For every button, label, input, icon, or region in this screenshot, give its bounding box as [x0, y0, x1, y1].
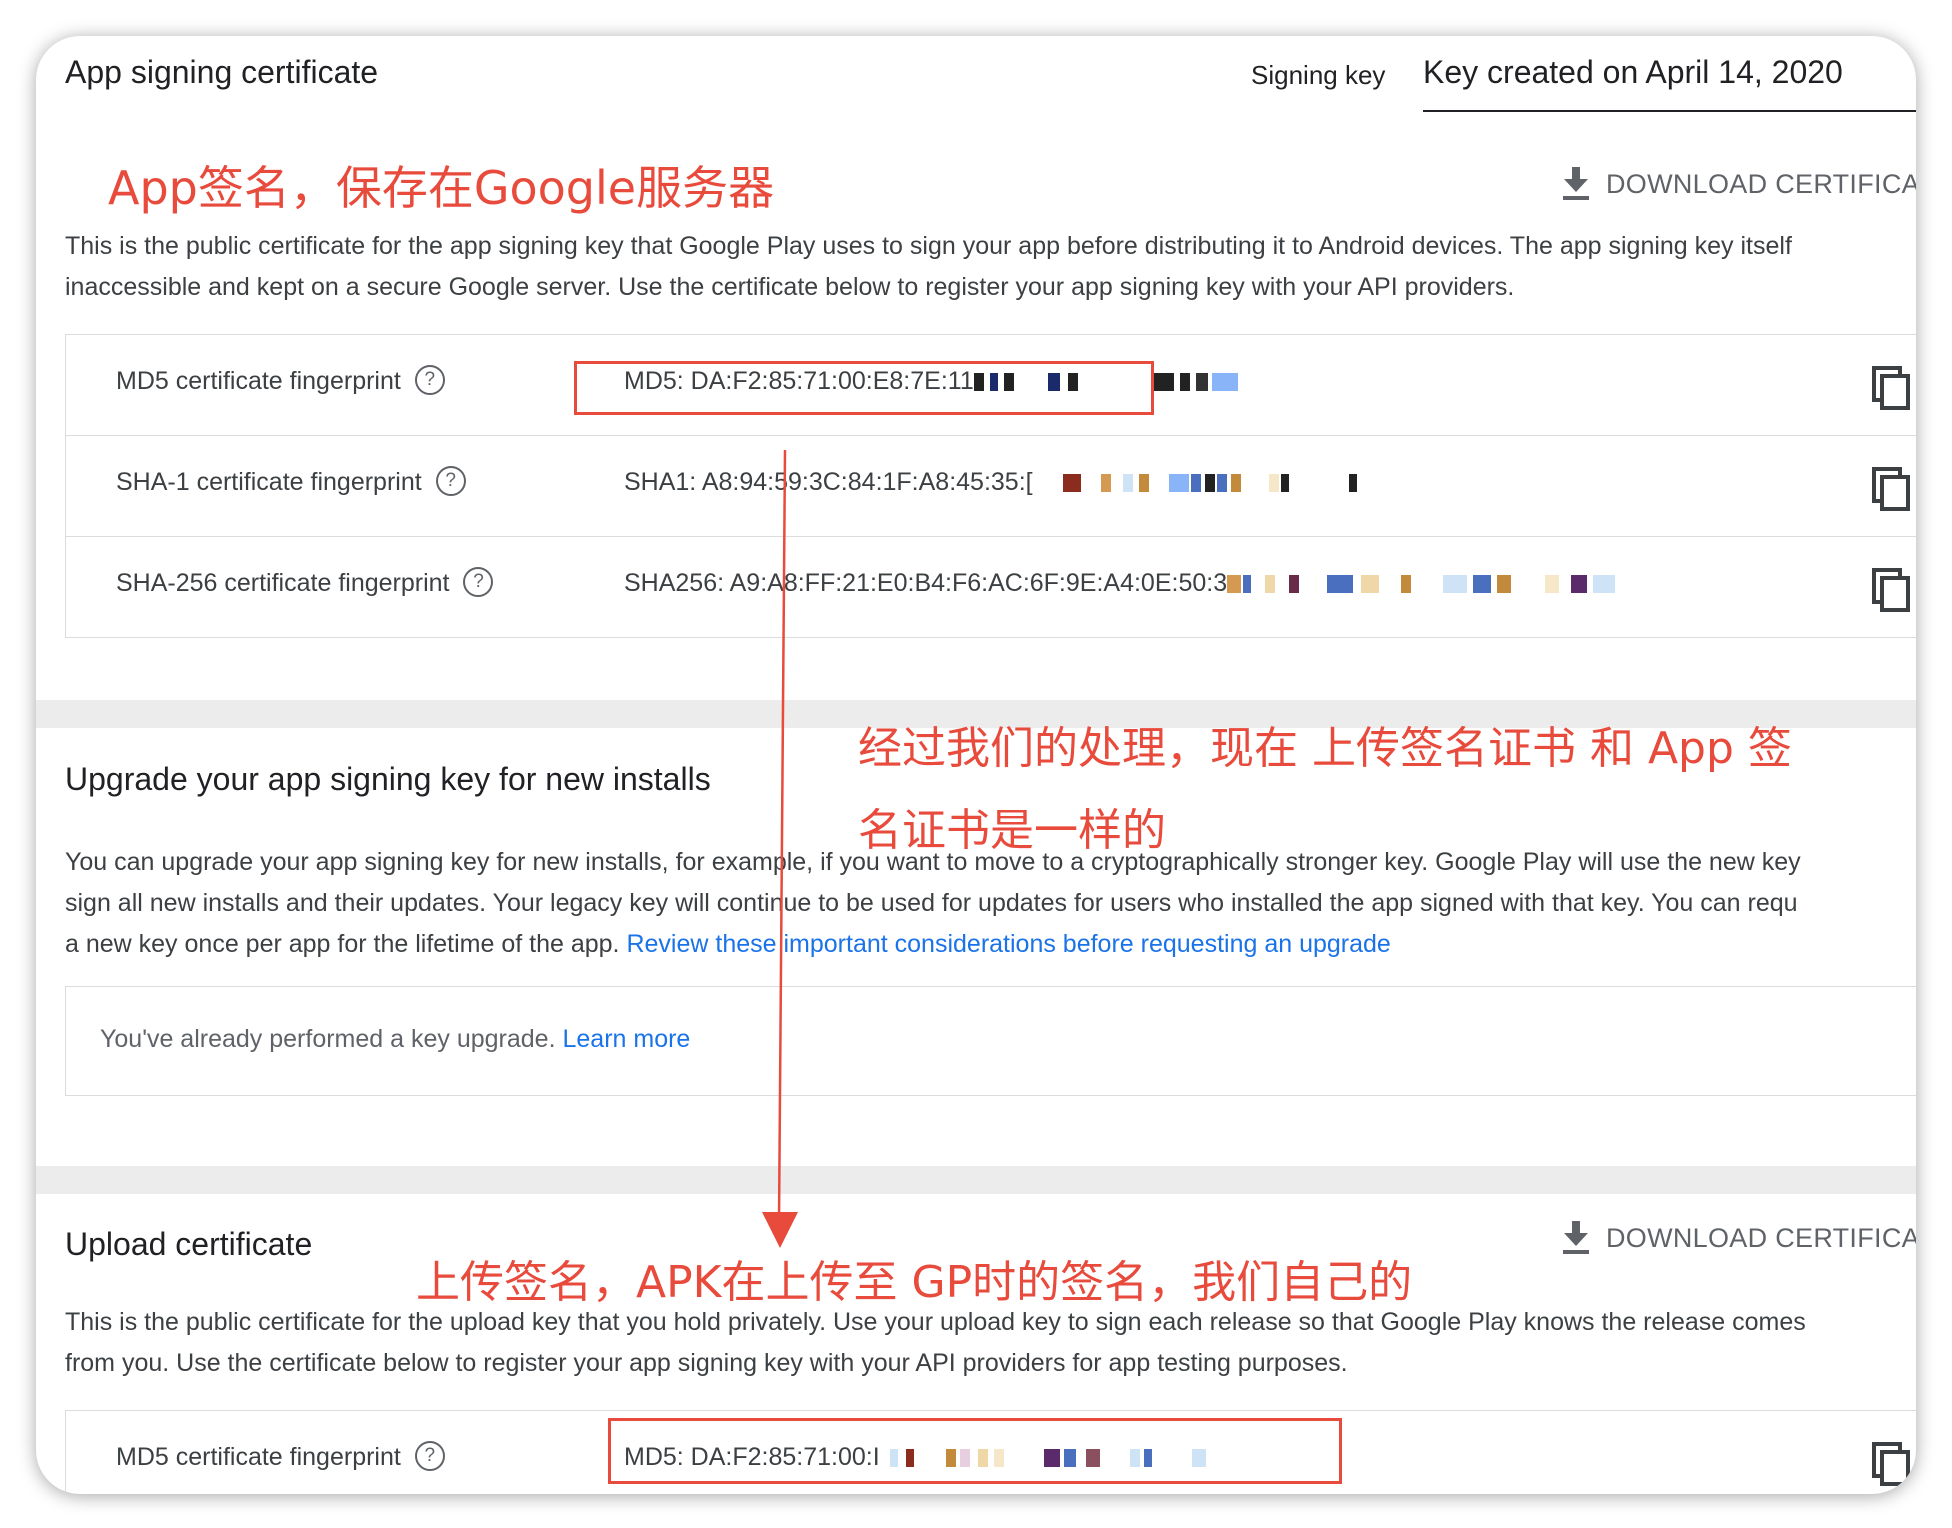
console-panel: App signing certificate Signing key Key …: [36, 36, 1916, 1494]
annotation-arrow: [762, 449, 798, 1248]
